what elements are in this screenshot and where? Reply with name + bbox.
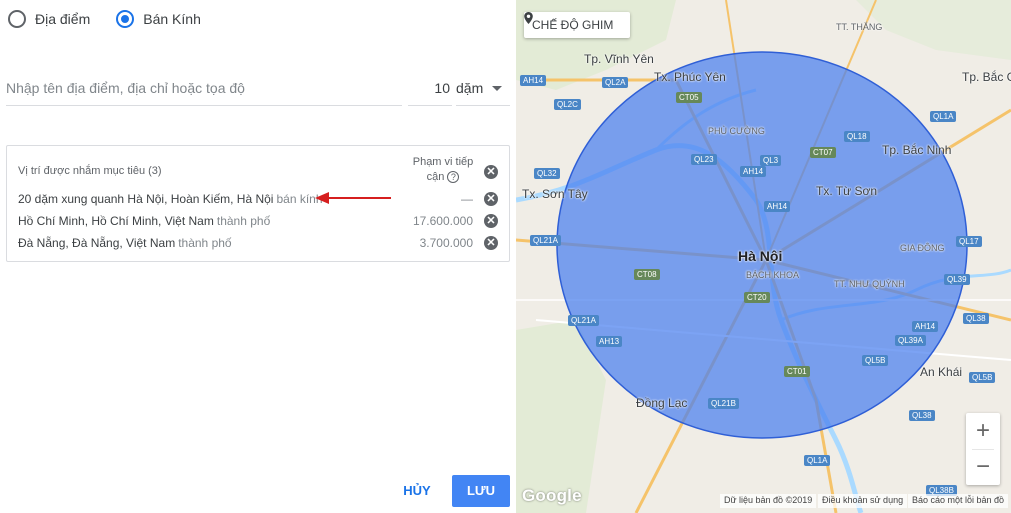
- remove-target-button[interactable]: ✕: [484, 214, 498, 228]
- place-label: BÁCH KHOA: [746, 270, 800, 280]
- road-shield: QL2A: [602, 77, 629, 88]
- map-city-label-hanoi: Hà Nội: [738, 248, 783, 264]
- target-reach: 3.700.000: [419, 236, 473, 250]
- road-shield: QL21A: [530, 235, 561, 246]
- place-label: PHÙ CƯỜNG: [708, 126, 765, 136]
- remove-all-button[interactable]: ✕: [484, 165, 498, 179]
- place-label: Tp. Bắc G: [962, 70, 1011, 84]
- road-shield: QL2C: [554, 99, 581, 110]
- google-logo: Google: [522, 486, 582, 505]
- reach-column-header: Phạm vi tiếp cận ?: [411, 155, 475, 185]
- road-shield: QL3: [760, 155, 782, 166]
- target-row: 20 dặm xung quanh Hà Nội, Hoàn Kiếm, Hà …: [18, 192, 323, 206]
- target-row: Đà Nẵng, Đà Nẵng, Việt Nam thành phố: [18, 236, 232, 250]
- road-shield: QL5B: [862, 355, 889, 366]
- radius-value-input[interactable]: 10: [408, 80, 452, 106]
- road-shield: QL17: [956, 236, 982, 247]
- place-label: Tx. Sơn Tây: [522, 187, 588, 201]
- road-shield: QL39: [944, 274, 970, 285]
- road-shield: QL39A: [895, 335, 926, 346]
- road-shield: CT01: [784, 366, 810, 377]
- radio-unchecked-icon[interactable]: [8, 10, 26, 28]
- road-shield: AH14: [740, 166, 767, 177]
- annotation-arrow-icon: [315, 192, 391, 204]
- place-label: GIA ĐÔNG: [900, 243, 945, 253]
- place-label: Tx. Từ Sơn: [816, 184, 878, 198]
- road-shield: QL38: [963, 313, 989, 324]
- report-error-link[interactable]: Báo cáo một lỗi bản đồ: [908, 494, 1009, 508]
- dropdown-caret-icon: [492, 86, 503, 91]
- mode-option-radius[interactable]: Bán Kính: [116, 10, 201, 28]
- mode-option-location-label: Địa điểm: [35, 11, 91, 27]
- pin-mode-button[interactable]: CHẾ ĐỘ GHIM: [524, 12, 630, 38]
- remove-target-button[interactable]: ✕: [484, 192, 498, 206]
- zoom-in-button[interactable]: +: [966, 413, 1000, 449]
- target-reach: 17.600.000: [412, 214, 473, 228]
- place-label: An Khái: [920, 365, 963, 379]
- location-targeting-dialog: Địa điểm Bán Kính 10 dặm Vị trí được nhắ…: [0, 0, 1011, 513]
- road-shield: QL1A: [930, 111, 957, 122]
- mode-option-location[interactable]: Địa điểm: [8, 10, 90, 28]
- location-search-field: [6, 80, 402, 106]
- remove-target-button[interactable]: ✕: [484, 236, 498, 250]
- pin-mode-label: CHẾ ĐỘ GHIM: [532, 18, 614, 32]
- reach-column-label: Phạm vi tiếp cận: [412, 156, 474, 183]
- save-button[interactable]: LƯU: [452, 475, 510, 507]
- road-shield: CT07: [810, 147, 836, 158]
- targeted-locations-header: Vị trí được nhắm mục tiêu (3): [18, 165, 162, 177]
- terms-link[interactable]: Điều khoản sử dụng: [818, 494, 908, 508]
- road-shield: CT20: [744, 292, 770, 303]
- location-pin-icon: [524, 12, 533, 24]
- place-label: Tx. Phúc Yên: [654, 70, 726, 84]
- target-name: 20 dặm xung quanh Hà Nội, Hoàn Kiếm, Hà …: [18, 192, 274, 206]
- road-shield: CT05: [676, 92, 702, 103]
- place-label: Tp. Vĩnh Yên: [584, 52, 654, 66]
- target-name: Đà Nẵng, Đà Nẵng, Việt Nam: [18, 236, 176, 250]
- road-shield: AH14: [764, 201, 791, 212]
- map-view[interactable]: CHẾ ĐỘ GHIM Tp. Vĩnh Yên Tx. Phúc Yên PH…: [516, 0, 1011, 513]
- road-shield: AH13: [596, 336, 623, 347]
- place-label: Tp. Bắc Ninh: [882, 143, 952, 157]
- radius-unit-label: dặm: [456, 80, 484, 96]
- map-data-attribution: Dữ liệu bản đồ ©2019: [720, 494, 817, 508]
- road-shield: QL38: [909, 410, 935, 421]
- target-row: Hồ Chí Minh, Hồ Chí Minh, Việt Nam thành …: [18, 214, 270, 228]
- target-name: Hồ Chí Minh, Hồ Chí Minh, Việt Nam: [18, 214, 214, 228]
- road-shield: QL23: [691, 154, 717, 165]
- place-label: TT. NHƯ QUỲNH: [834, 279, 905, 289]
- location-search-input[interactable]: [6, 80, 402, 96]
- targeted-locations-card: Vị trí được nhắm mục tiêu (3) Phạm vi ti…: [6, 145, 510, 262]
- mode-option-radius-label: Bán Kính: [143, 11, 201, 27]
- place-label: TT. THẮNG: [836, 22, 883, 32]
- mode-radio-group: Địa điểm Bán Kính: [8, 10, 227, 28]
- road-shield: QL21B: [708, 398, 739, 409]
- radius-unit-select[interactable]: dặm: [456, 80, 510, 106]
- road-shield: QL21A: [568, 315, 599, 326]
- target-type: thành phố: [178, 236, 232, 250]
- road-shield: AH14: [912, 321, 939, 332]
- help-icon[interactable]: ?: [447, 171, 460, 184]
- zoom-out-button[interactable]: −: [966, 449, 1000, 485]
- road-shield: QL5B: [969, 372, 996, 383]
- targeting-panel: Địa điểm Bán Kính 10 dặm Vị trí được nhắ…: [0, 0, 516, 513]
- zoom-divider: [972, 449, 994, 450]
- radio-checked-icon[interactable]: [116, 10, 135, 28]
- target-type: thành phố: [216, 214, 271, 228]
- road-shield: CT08: [634, 269, 660, 280]
- road-shield: AH14: [520, 75, 547, 86]
- zoom-controls: + −: [966, 413, 1000, 485]
- road-shield: QL32: [534, 168, 560, 179]
- road-shield: QL18: [844, 131, 870, 142]
- cancel-button[interactable]: HỦY: [395, 478, 439, 504]
- place-label: Đồng Lạc: [636, 396, 688, 410]
- road-shield: QL1A: [804, 455, 831, 466]
